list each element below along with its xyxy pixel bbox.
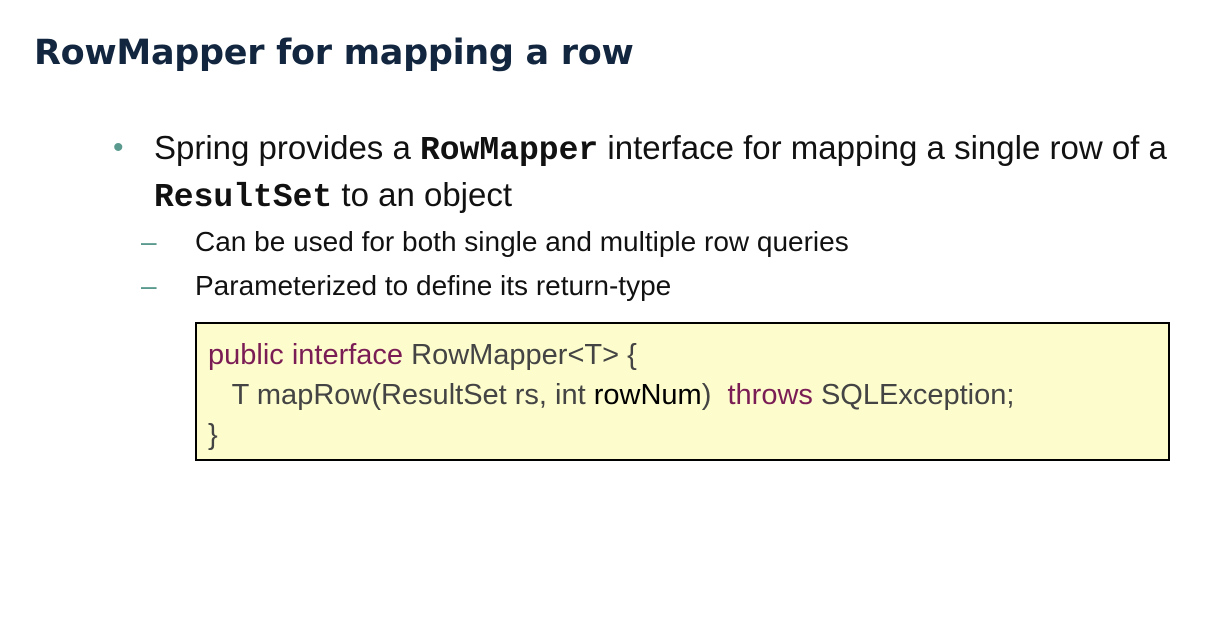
sub-bullet-list: – Can be used for both single and multip…	[141, 220, 1173, 308]
code-line-3: }	[208, 419, 218, 451]
main-bullet: • Spring provides a RowMapper interface …	[113, 126, 1173, 308]
bullet-text-2: interface for mapping a single row of a	[598, 129, 1167, 166]
code-text: T mapRow(ResultSet rs, int	[231, 379, 594, 411]
code-parameter: rowNum	[593, 379, 702, 411]
slide-title: RowMapper for mapping a row	[34, 33, 634, 73]
bullet-text-3: to an object	[332, 176, 513, 213]
bullet-list: • Spring provides a RowMapper interface …	[113, 126, 1173, 308]
code-line-2: T mapRow(ResultSet rs, int rowNum) throw…	[208, 375, 1168, 415]
code-text: RowMapper<T> {	[403, 339, 637, 371]
code-keyword: public interface	[208, 339, 404, 371]
code-text: )	[701, 379, 728, 411]
code-block: public interface RowMapper<T> { T mapRow…	[195, 322, 1170, 461]
sub-bullet-text: Can be used for both single and multiple…	[195, 226, 849, 257]
sub-bullet-text: Parameterized to define its return-type	[195, 270, 672, 301]
sub-bullet: – Can be used for both single and multip…	[141, 220, 1173, 264]
rowmapper-code: RowMapper	[419, 132, 599, 169]
bullet-text-1: Spring provides a	[154, 129, 420, 166]
code-keyword: throws	[727, 379, 813, 411]
code-text: SQLException;	[812, 379, 1015, 411]
dash-icon: –	[141, 270, 157, 301]
code-line-1: public interface RowMapper<T> {	[208, 335, 1168, 375]
sub-bullet: – Parameterized to define its return-typ…	[141, 264, 1173, 308]
dash-icon: –	[141, 226, 157, 257]
bullet-dot-icon: •	[113, 131, 124, 164]
resultset-code: ResultSet	[154, 179, 333, 216]
